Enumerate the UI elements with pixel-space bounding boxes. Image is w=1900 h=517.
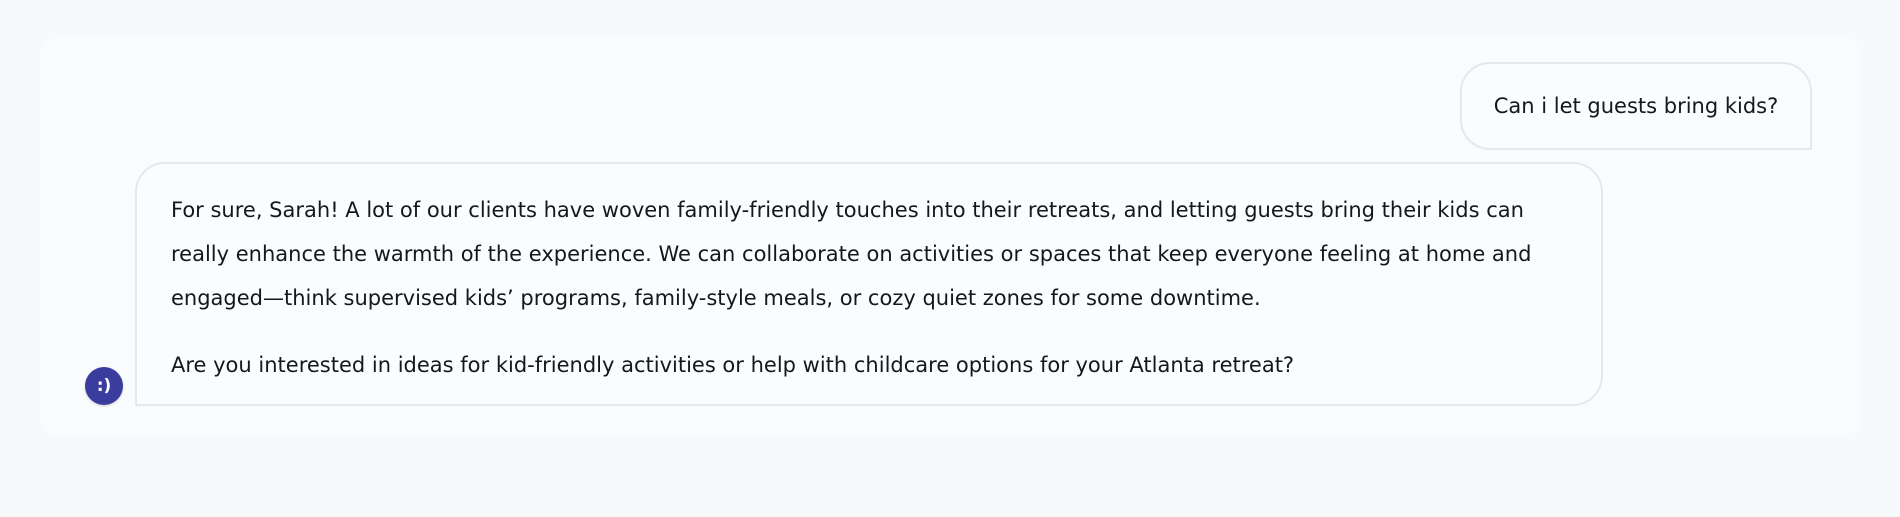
user-message-text: Can i let guests bring kids? xyxy=(1493,93,1779,118)
assistant-message-paragraph: For sure, Sarah! A lot of our clients ha… xyxy=(171,198,1532,310)
assistant-avatar-glyph: :) xyxy=(96,376,112,396)
user-message-bubble: Can i let guests bring kids? xyxy=(1460,62,1812,150)
assistant-message-paragraph: Are you interested in ideas for kid-frie… xyxy=(171,353,1295,377)
assistant-message-bubble: For sure, Sarah! A lot of our clients ha… xyxy=(135,162,1603,406)
smiley-avatar-icon: :) xyxy=(85,367,123,405)
